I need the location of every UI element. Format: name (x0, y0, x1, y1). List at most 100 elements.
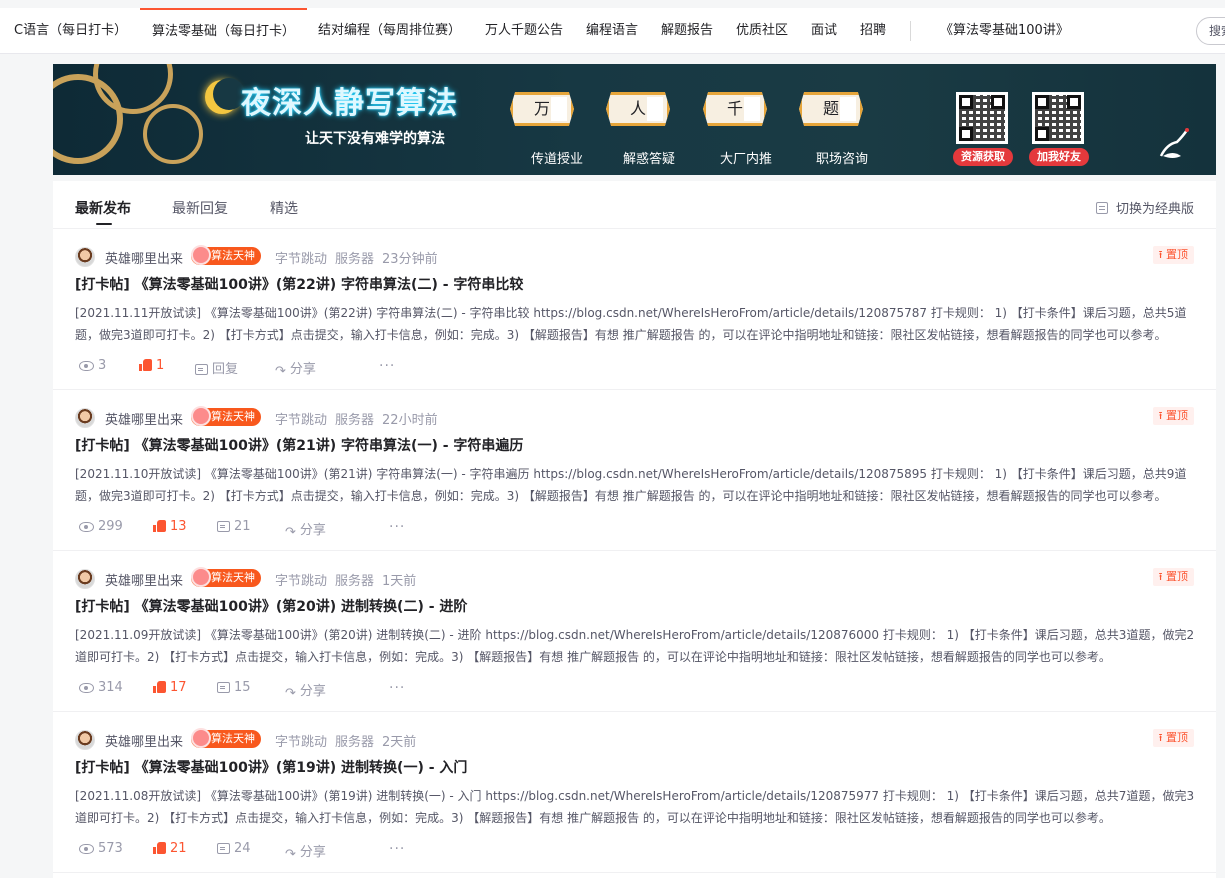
nav-item-announcements[interactable]: 万人千题公告 (485, 8, 563, 54)
like-button[interactable]: 13 (153, 519, 187, 534)
thumbs-up-icon (153, 520, 166, 532)
post-title[interactable]: [打卡帖] 《算法零基础100讲》(第22讲) 字符串算法(二) - 字符串比较 (75, 274, 523, 294)
post-meta: 字节跳动 服务器 2天前 (275, 731, 424, 750)
comments-count: 24 (234, 841, 251, 856)
like-button[interactable]: 17 (153, 680, 187, 695)
switch-classic-label: 切换为经典版 (1115, 202, 1194, 217)
share-button[interactable]: ↷ 分享 (285, 841, 326, 862)
post-author[interactable]: 英雄哪里出来 (105, 248, 183, 267)
comment-button[interactable]: 21 (217, 519, 251, 534)
medal-icon (191, 245, 211, 265)
pinned-badge: ⭱ 置顶 (1152, 729, 1194, 747)
post-tag[interactable]: 服务器 (335, 252, 374, 267)
post-item[interactable]: 英雄哪里出来 算法天神 字节跳动 服务器 22小时前 ⭱ 置顶 [打卡帖] 《算法零… (53, 390, 1216, 551)
switch-classic-button[interactable]: 切换为经典版 (1095, 198, 1194, 217)
post-author[interactable]: 英雄哪里出来 (105, 409, 183, 428)
post-author[interactable]: 英雄哪里出来 (105, 731, 183, 750)
post-title[interactable]: [打卡帖] 《算法零基础100讲》(第21讲) 字符串算法(一) - 字符串遍历 (75, 435, 523, 455)
avatar[interactable] (75, 247, 95, 267)
qr-code-icon (956, 92, 1008, 144)
nav-item-solution-reports[interactable]: 解题报告 (661, 8, 713, 54)
post-tag[interactable]: 服务器 (335, 574, 374, 589)
comment-button[interactable]: 24 (217, 841, 251, 856)
post-tag[interactable]: 服务器 (335, 413, 374, 428)
post-tag[interactable]: 字节跳动 (275, 413, 327, 428)
comment-button[interactable]: 回复 (195, 358, 238, 377)
share-button[interactable]: ↷ 分享 (275, 358, 316, 379)
comment-icon (217, 521, 230, 532)
banner-subtitle: 让天下没有难学的算法 (305, 131, 445, 147)
thumbs-up-icon (153, 681, 166, 693)
more-button[interactable]: ··· (389, 841, 405, 857)
post-item[interactable]: 英雄哪里出来 算法天神 字节跳动 服务器 1天前 ⭱ 置顶 [打卡帖] 《算法零基础… (53, 551, 1216, 712)
like-button[interactable]: 1 (139, 358, 164, 373)
tab-latest-posts[interactable]: 最新发布 (75, 198, 131, 218)
thumbs-up-icon (153, 842, 166, 854)
like-button[interactable]: 21 (153, 841, 187, 856)
more-button[interactable]: ··· (379, 358, 395, 374)
medal-icon (191, 567, 211, 587)
post-item[interactable]: 英雄哪里出来 算法天神 字节跳动 服务器 2天前 ⭱ 置顶 [打卡帖] 《算法零基础… (53, 712, 1216, 873)
post-tag[interactable]: 服务器 (335, 735, 374, 750)
post-title[interactable]: [打卡帖] 《算法零基础100讲》(第19讲) 进制转换(一) - 入门 (75, 757, 467, 777)
active-tab-indicator (96, 223, 112, 225)
post-author[interactable]: 英雄哪里出来 (105, 570, 183, 589)
search-input[interactable]: 搜索 (1196, 17, 1225, 45)
comments-count: 21 (234, 519, 251, 534)
post-excerpt[interactable]: [2021.11.09开放试读] 《算法零基础100讲》(第20讲) 进制转换(… (75, 624, 1195, 668)
qr-code-icon (1032, 92, 1084, 144)
comment-icon (217, 843, 230, 854)
comment-button[interactable]: 15 (217, 680, 251, 695)
post-excerpt[interactable]: [2021.11.11开放试读] 《算法零基础100讲》(第22讲) 字符串算法… (75, 302, 1195, 346)
post-meta: 字节跳动 服务器 23分钟前 (275, 248, 446, 267)
nav-item-algorithm-100[interactable]: 《算法零基础100讲》 (940, 8, 1069, 54)
post-item[interactable]: 英雄哪里出来 算法天神 字节跳动 服务器 23分钟前 ⭱ 置顶 [打卡帖] 《算法零… (53, 229, 1216, 390)
banner-tile: 千 (703, 92, 767, 126)
more-button[interactable]: ··· (389, 519, 405, 535)
nav-item-jobs[interactable]: 招聘 (860, 8, 886, 54)
community-banner[interactable]: 夜深人静写算法 让天下没有难学的算法 万 人 千 题 传道授业 解惑答疑 大厂内… (53, 64, 1216, 175)
views-count: 3 (98, 358, 107, 373)
post-tag[interactable]: 字节跳动 (275, 252, 327, 267)
post-title[interactable]: [打卡帖] 《算法零基础100讲》(第20讲) 进制转换(二) - 进阶 (75, 596, 467, 616)
views-count: 573 (98, 841, 123, 856)
post-list-card: 最新发布 最新回复 精选 切换为经典版 英雄哪里出来 算法天神 字节跳动 服务器 2… (53, 181, 1216, 878)
nav-divider (910, 21, 911, 41)
cloud-decoration (143, 104, 203, 164)
get-resources-button[interactable]: 资源获取 (953, 148, 1013, 166)
more-button[interactable]: ··· (389, 680, 405, 696)
banner-label: 大厂内推 (720, 152, 773, 167)
badge-label: 算法天神 (211, 410, 255, 423)
post-tag[interactable]: 字节跳动 (275, 574, 327, 589)
nav-item-pair-programming[interactable]: 结对编程（每周排位赛） (318, 8, 461, 54)
tab-latest-replies[interactable]: 最新回复 (172, 198, 228, 218)
likes-count: 13 (170, 519, 187, 534)
pinned-label: 置顶 (1166, 731, 1188, 744)
nav-item-programming-languages[interactable]: 编程语言 (586, 8, 638, 54)
share-label: 分享 (299, 845, 326, 860)
avatar[interactable] (75, 730, 95, 750)
add-friend-button[interactable]: 加我好友 (1029, 148, 1089, 166)
tab-featured[interactable]: 精选 (270, 198, 298, 218)
eye-icon (79, 683, 94, 693)
post-tag[interactable]: 字节跳动 (275, 735, 327, 750)
pinned-badge: ⭱ 置顶 (1152, 407, 1194, 425)
author-badge: 算法天神 (191, 567, 261, 587)
views-stat: 3 (79, 358, 106, 373)
nav-item-algorithm-basics[interactable]: 算法零基础（每日打卡） (140, 8, 308, 54)
avatar[interactable] (75, 569, 95, 589)
share-button[interactable]: ↷ 分享 (285, 680, 326, 701)
nav-item-quality-community[interactable]: 优质社区 (736, 8, 788, 54)
comment-icon (195, 364, 208, 375)
badge-label: 算法天神 (211, 249, 255, 262)
pinned-label: 置顶 (1166, 248, 1188, 261)
share-icon: ↷ (275, 364, 286, 379)
share-label: 分享 (289, 362, 316, 377)
post-excerpt[interactable]: [2021.11.10开放试读] 《算法零基础100讲》(第21讲) 字符串算法… (75, 463, 1195, 507)
nav-item-interview[interactable]: 面试 (811, 8, 837, 54)
share-button[interactable]: ↷ 分享 (285, 519, 326, 540)
top-nav: C语言（每日打卡） 算法零基础（每日打卡） 结对编程（每周排位赛） 万人千题公告… (0, 8, 1225, 54)
avatar[interactable] (75, 408, 95, 428)
nav-item-c-language[interactable]: C语言（每日打卡） (14, 8, 127, 54)
post-excerpt[interactable]: [2021.11.08开放试读] 《算法零基础100讲》(第19讲) 进制转换(… (75, 785, 1195, 829)
